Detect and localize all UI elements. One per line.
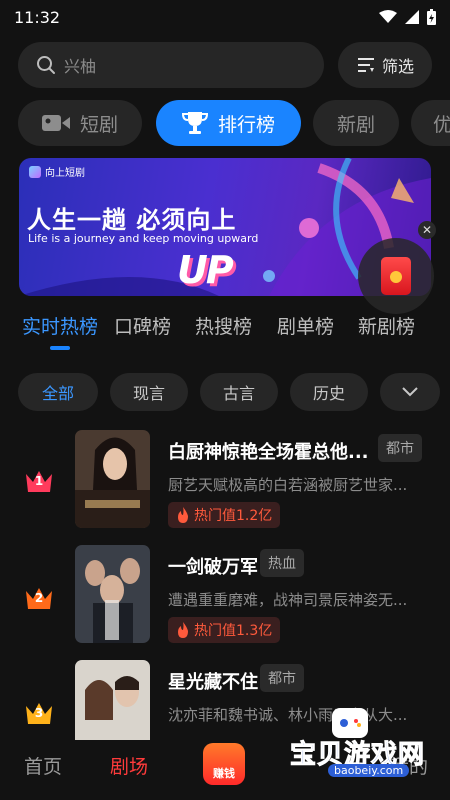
chip-modern-romance[interactable]: 现言 bbox=[110, 373, 188, 411]
category-tabs: 短剧 排行榜 新剧 优 bbox=[0, 100, 450, 148]
drama-cover[interactable] bbox=[75, 545, 150, 643]
rank-tab-reputation[interactable]: 口碑榜 bbox=[114, 312, 171, 339]
genre-tag: 都市 bbox=[260, 664, 304, 692]
hot-value-badge: 热门值1.3亿 bbox=[168, 617, 281, 643]
nav-earn-button[interactable]: 赚钱 bbox=[203, 743, 245, 785]
drama-title: 一剑破万军 bbox=[168, 557, 258, 578]
tab-new-drama-label: 新剧 bbox=[336, 113, 375, 136]
filter-button[interactable]: 筛选 bbox=[338, 42, 432, 88]
rank-crown-icon: 2 bbox=[24, 585, 54, 611]
video-camera-icon bbox=[41, 115, 70, 131]
rank-tab-hot-search[interactable]: 热搜榜 bbox=[195, 312, 252, 339]
rank-crown-icon: 1 bbox=[24, 468, 54, 494]
genre-tag: 热血 bbox=[260, 549, 304, 577]
banner-subtitle: Life is a journey and keep moving upward bbox=[28, 232, 259, 245]
rank-crown-icon: 3 bbox=[24, 700, 54, 726]
status-time: 11:32 bbox=[14, 7, 61, 27]
tab-more-label: 优 bbox=[433, 113, 450, 136]
hot-value: 热门值1.2亿 bbox=[194, 508, 273, 524]
rank-tab-new[interactable]: 新剧榜 bbox=[358, 312, 415, 339]
list-item[interactable]: 2 一剑破万军 热血 遭遇重重磨难，战神司景辰神姿无... 热门值1.3亿 bbox=[0, 545, 450, 645]
red-packet-button[interactable] bbox=[358, 238, 434, 314]
search-icon bbox=[37, 56, 55, 74]
tab-ranking-label: 排行榜 bbox=[217, 113, 275, 136]
drama-description: 厨艺天赋极高的白若涵被厨艺世家... bbox=[168, 476, 408, 494]
drama-title: 白厨神惊艳全场霍总他... bbox=[168, 442, 369, 463]
rank-number: 3 bbox=[34, 706, 44, 720]
status-icons bbox=[379, 9, 436, 25]
chevron-down-icon bbox=[402, 387, 418, 397]
tab-new-drama[interactable]: 新剧 bbox=[313, 100, 399, 146]
nav-home[interactable]: 首页 bbox=[24, 752, 62, 779]
drama-title: 星光藏不住 bbox=[168, 672, 258, 693]
rank-number: 2 bbox=[34, 591, 44, 605]
banner-title: 人生一趟 必须向上 bbox=[27, 206, 237, 234]
nav-theater[interactable]: 剧场 bbox=[110, 752, 148, 779]
signal-icon bbox=[405, 10, 419, 24]
rank-tab-playlist[interactable]: 剧单榜 bbox=[277, 312, 334, 339]
status-bar: 11:32 bbox=[0, 0, 450, 34]
tab-ranking[interactable]: 排行榜 bbox=[156, 100, 301, 146]
search-placeholder: 兴柚 bbox=[64, 57, 97, 76]
filter-icon bbox=[357, 58, 374, 72]
genre-tag: 都市 bbox=[378, 434, 422, 462]
drama-cover[interactable] bbox=[75, 430, 150, 528]
banner-brand: 向上短剧 bbox=[29, 164, 85, 179]
tab-short-drama-label: 短剧 bbox=[79, 113, 118, 136]
hot-value-badge: 热门值1.2亿 bbox=[168, 502, 281, 528]
chip-all[interactable]: 全部 bbox=[18, 373, 98, 411]
chip-history[interactable]: 历史 bbox=[290, 373, 368, 411]
flame-icon bbox=[178, 622, 188, 638]
list-item[interactable]: 1 白厨神惊艳全场霍总他... 都市 厨艺天赋极高的白若涵被厨艺世家... 热门… bbox=[0, 430, 450, 530]
rank-tab-indicator bbox=[50, 346, 70, 350]
chip-ancient-romance[interactable]: 古言 bbox=[200, 373, 278, 411]
trophy-icon bbox=[181, 112, 208, 134]
banner-graphic-text: UP bbox=[177, 248, 234, 292]
watermark: 宝贝游戏网 baobeiy.com bbox=[289, 708, 450, 778]
filter-label: 筛选 bbox=[381, 57, 414, 76]
search-input[interactable]: 兴柚 bbox=[18, 42, 324, 88]
battery-icon bbox=[427, 9, 436, 25]
banner-brand-label: 向上短剧 bbox=[45, 168, 85, 179]
brand-logo-icon bbox=[29, 165, 41, 178]
nav-earn-label: 赚钱 bbox=[213, 767, 235, 780]
wifi-icon bbox=[379, 10, 397, 23]
tab-more[interactable]: 优 bbox=[411, 100, 450, 146]
rank-number: 1 bbox=[34, 474, 44, 488]
rank-tab-realtime[interactable]: 实时热榜 bbox=[22, 312, 98, 339]
red-packet-icon bbox=[381, 257, 411, 295]
hot-value: 热门值1.3亿 bbox=[194, 623, 273, 639]
watermark-url: baobeiy.com bbox=[328, 764, 410, 777]
flame-icon bbox=[178, 507, 188, 523]
tab-short-drama[interactable]: 短剧 bbox=[18, 100, 142, 146]
expand-chips-button[interactable] bbox=[380, 373, 440, 411]
banner-close-icon[interactable]: ✕ bbox=[418, 221, 436, 239]
drama-description: 遭遇重重磨难，战神司景辰神姿无... bbox=[168, 591, 408, 609]
